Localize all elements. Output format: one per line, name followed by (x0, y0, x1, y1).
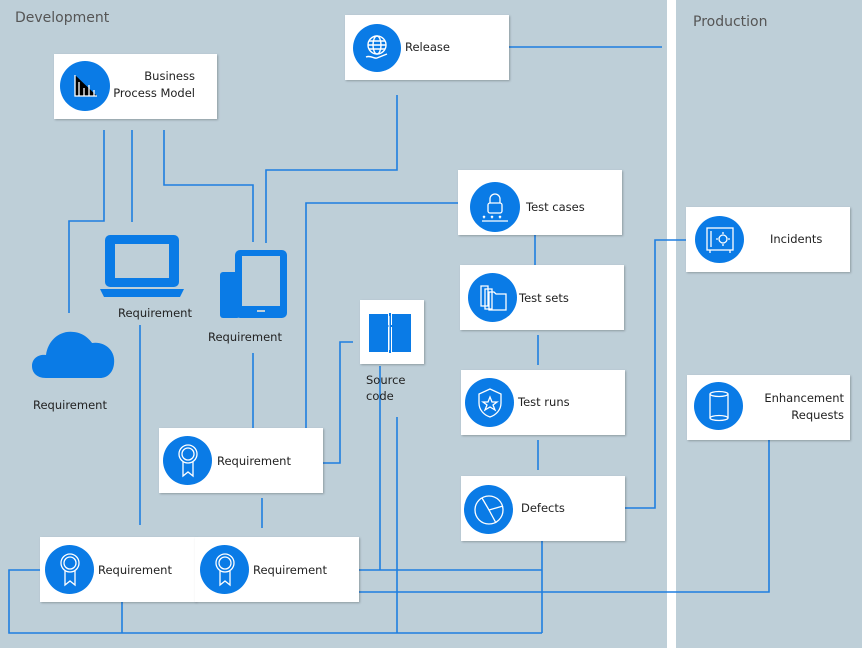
bpm-label-line2: Process Model (113, 86, 195, 100)
test-sets-node[interactable]: Test sets (460, 265, 624, 330)
test-sets-label: Test sets (519, 291, 569, 305)
requirement-label: Requirement (217, 454, 291, 468)
test-cases-node[interactable]: Test cases (458, 170, 622, 235)
cloud-icon (32, 330, 116, 384)
business-process-model-node[interactable]: Business Process Model (54, 54, 217, 119)
award-ribbon-icon (163, 436, 212, 485)
tablet-requirement-label: Requirement (208, 330, 282, 344)
book-icon (369, 313, 411, 353)
source-code-label-line1: Source (366, 373, 406, 387)
defects-node[interactable]: Defects (461, 476, 625, 541)
globe-hand-icon (353, 24, 401, 72)
folders-icon (468, 273, 517, 322)
lock-password-icon (470, 182, 520, 232)
enhancement-requests-node[interactable]: Enhancement Requests (687, 375, 850, 440)
bar-chart-icon (60, 61, 110, 111)
requirement-label: Requirement (253, 563, 327, 577)
connector (68, 130, 105, 313)
defects-label: Defects (521, 501, 565, 515)
source-code-label-line2: code (366, 389, 394, 403)
shield-star-icon (465, 378, 514, 427)
connector (163, 130, 254, 242)
laptop-requirement-label: Requirement (118, 306, 192, 320)
test-runs-node[interactable]: Test runs (461, 370, 625, 435)
incidents-node[interactable]: Incidents (686, 207, 850, 272)
connector (265, 95, 398, 243)
test-runs-label: Test runs (518, 395, 570, 409)
award-ribbon-icon (45, 545, 94, 594)
pie-chart-icon (464, 485, 513, 534)
award-ribbon-icon (200, 545, 249, 594)
laptop-icon (100, 233, 184, 303)
requirement-node-bottom-left[interactable]: Requirement (40, 537, 196, 602)
source-code-node[interactable] (360, 300, 424, 364)
cloud-requirement-label: Requirement (33, 398, 107, 412)
connector (625, 239, 686, 509)
test-cases-label: Test cases (526, 200, 585, 214)
requirement-label: Requirement (98, 563, 172, 577)
enhancement-label-line1: Enhancement (764, 391, 844, 405)
release-node[interactable]: Release (345, 15, 509, 80)
cylinder-icon (694, 382, 743, 430)
safe-icon (695, 216, 744, 263)
incidents-label: Incidents (770, 232, 823, 246)
tablet-icon (220, 250, 288, 324)
bpm-label-line1: Business (144, 69, 195, 83)
release-label: Release (405, 40, 450, 54)
requirement-node[interactable]: Requirement (159, 428, 323, 493)
connector (323, 341, 353, 464)
enhancement-label-line2: Requests (791, 408, 844, 422)
requirement-node-bottom-right[interactable]: Requirement (195, 537, 359, 602)
